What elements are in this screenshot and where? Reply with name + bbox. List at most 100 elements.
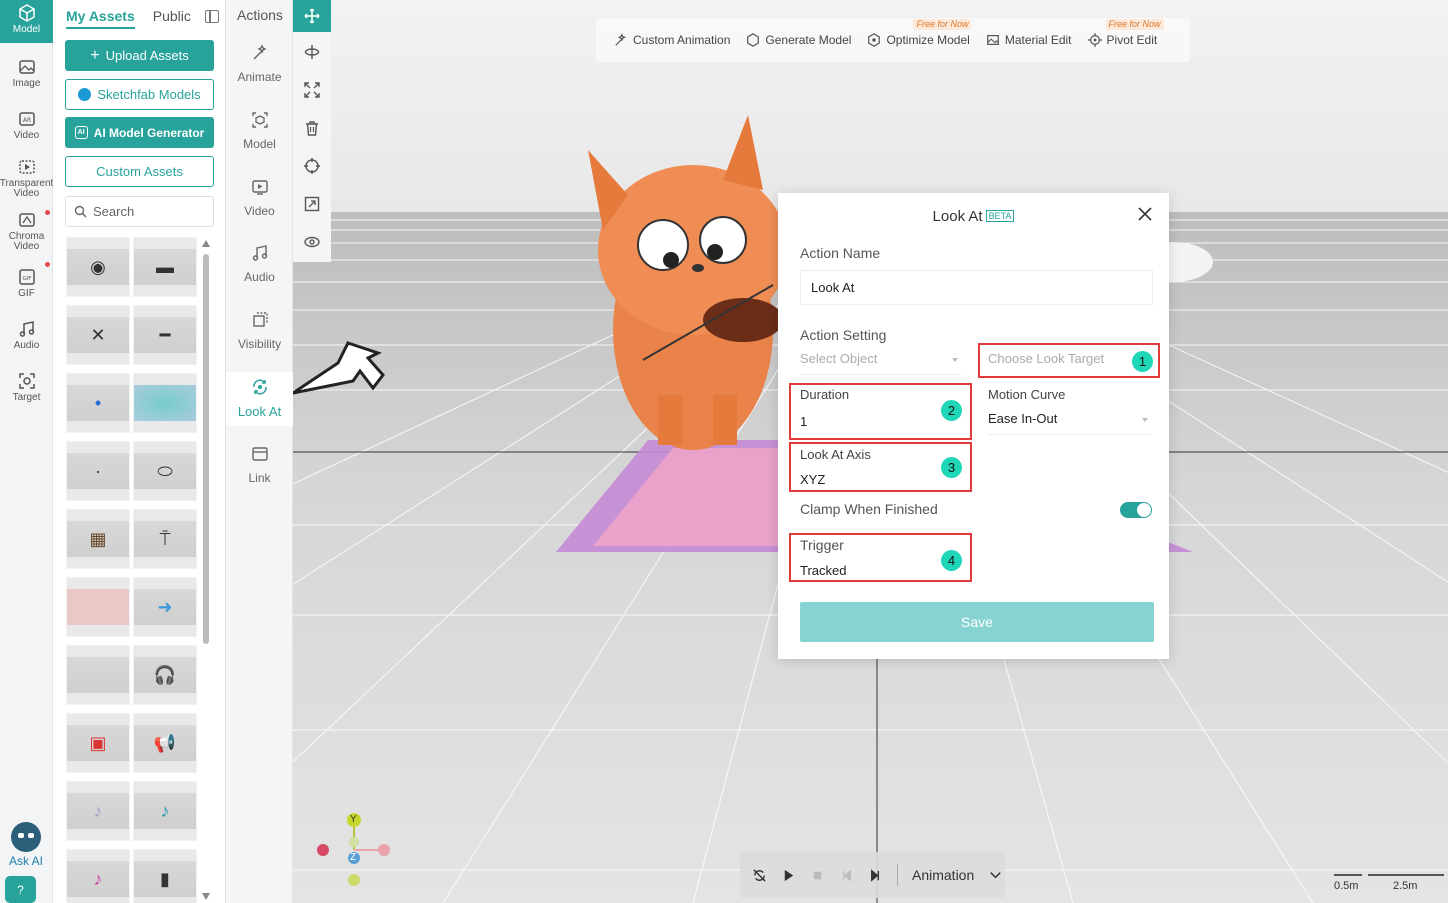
asset-thumbnail[interactable]: · [66,441,130,501]
rail-item-chroma-video[interactable]: Chroma Video [0,211,53,252]
tab-my-assets[interactable]: My Assets [66,8,135,29]
select-object-dropdown[interactable]: Select Object [800,351,962,375]
scroll-down-icon[interactable] [202,893,210,900]
help-icon[interactable]: ? [5,876,36,903]
tab-public[interactable]: Public [153,8,191,29]
panel-collapse-icon[interactable] [205,10,219,23]
video-icon [251,180,268,195]
clamp-label: Clamp When Finished [800,501,938,517]
asset-thumbnail[interactable]: • [66,373,130,433]
scroll-up-icon[interactable] [202,240,210,247]
gif-icon: GIF [18,269,35,285]
motion-curve-value: Ease In-Out [988,411,1058,426]
delete-tool[interactable] [293,112,331,144]
asset-thumbnail[interactable]: ▣ [66,713,130,773]
custom-animation-button[interactable]: Custom Animation [614,33,730,47]
close-icon[interactable] [1137,206,1153,222]
asset-thumbnail[interactable]: 📢 [133,713,197,773]
rotate-tool[interactable] [293,36,331,68]
action-animate[interactable]: Animate [226,44,293,84]
previous-icon[interactable] [839,868,854,883]
music-icon [252,245,267,261]
play-icon[interactable] [781,868,796,883]
asset-thumbnail[interactable]: ♪ [66,781,130,841]
clamp-toggle[interactable] [1120,502,1152,518]
asset-thumbnail[interactable]: 🎧 [133,645,197,705]
actions-title: Actions [237,7,283,23]
asset-thumbnail[interactable]: ➜ [133,577,197,637]
asset-thumbnail[interactable]: ━ [133,305,197,365]
asset-scrollbar[interactable] [202,240,210,900]
asset-thumbnail[interactable] [133,373,197,433]
action-video[interactable]: Video [226,178,293,218]
rail-item-video[interactable]: AR Video [0,110,53,141]
rail-label: Chroma Video [8,231,45,252]
actions-panel: Actions Animate Model Video Audio Visibi… [226,0,293,903]
save-button[interactable]: Save [800,602,1154,642]
pivot-edit-button[interactable]: Free for Now Pivot Edit [1087,19,1164,47]
action-look-at[interactable]: Look At [226,372,293,426]
move-tool[interactable] [293,0,331,32]
loop-off-icon[interactable] [752,868,767,883]
scale-bar-large [1368,874,1444,876]
music-icon [19,321,34,337]
rail-item-target[interactable]: Target [0,372,53,403]
choose-look-target-placeholder: Choose Look Target [988,351,1105,366]
custom-assets-button[interactable]: Custom Assets [65,156,214,187]
material-edit-button[interactable]: Material Edit [986,33,1072,47]
rail-item-model[interactable]: Model [0,0,53,43]
action-link[interactable]: Link [226,445,293,485]
duration-input[interactable]: 1 [800,414,807,429]
sketchfab-models-button[interactable]: Sketchfab Models [65,79,214,110]
scroll-thumb[interactable] [203,254,209,644]
motion-curve-dropdown[interactable]: Ease In-Out [988,411,1152,435]
divider [897,864,898,886]
action-name-input[interactable]: Look At [800,270,1153,305]
search-input[interactable]: Search [65,196,214,227]
action-audio[interactable]: Audio [226,244,293,284]
optimize-model-label: Optimize Model [886,33,970,47]
material-icon [986,35,999,45]
generate-model-button[interactable]: Generate Model [746,33,851,47]
asset-thumbnail[interactable] [66,577,130,637]
ai-model-generator-button[interactable]: AI AI Model Generator [65,117,214,148]
asset-thumbnail[interactable]: ◉ [66,237,130,297]
upload-assets-button[interactable]: + Upload Assets [65,40,214,71]
focus-tool[interactable] [293,150,331,182]
rail-item-gif[interactable]: GIF GIF [0,268,53,299]
fit-tool[interactable] [293,188,331,220]
asset-thumbnail[interactable]: ✕ [66,305,130,365]
trigger-label: Trigger [800,537,844,553]
free-badge: Free for Now [913,19,972,30]
asset-thumbnail[interactable]: ▮ [133,849,197,903]
marker-3: 3 [941,457,962,478]
asset-thumbnail[interactable]: ⬭ [133,441,197,501]
chevron-down-icon[interactable] [988,868,1003,883]
next-icon[interactable] [868,868,883,883]
asset-thumbnail[interactable]: ▬ [133,237,197,297]
scale-tool[interactable] [293,74,331,106]
trigger-dropdown[interactable]: Tracked [800,563,846,578]
asset-thumbnail[interactable]: ♪ [133,781,197,841]
preview-tool[interactable] [293,226,331,258]
action-visibility[interactable]: Visibility [226,311,293,351]
asset-thumbnail[interactable]: ♪ [66,849,130,903]
animation-select[interactable]: Animation [912,867,974,883]
ar-video-icon: AR [18,112,35,126]
optimize-model-button[interactable]: Free for Now Optimize Model [867,19,972,47]
asset-thumbnail[interactable]: ⍑ [133,509,197,569]
ask-ai-button[interactable]: Ask AI [4,822,48,868]
rail-item-image[interactable]: Image [0,58,53,89]
wand-icon [253,44,267,60]
asset-thumbnail[interactable] [66,645,130,705]
action-model[interactable]: Model [226,111,293,151]
rail-item-audio[interactable]: Audio [0,320,53,351]
stop-icon[interactable] [810,868,825,883]
asset-thumbnail[interactable]: ▦ [66,509,130,569]
notification-dot [45,262,50,267]
look-at-dialog: Look At BETA Action Name Look At Action S… [778,193,1169,659]
rail-item-transparent-video[interactable]: Transparent Video [0,158,53,199]
look-at-axis-dropdown[interactable]: XYZ [800,472,825,487]
assets-panel: My Assets Public + Upload Assets Sketchf… [53,0,226,903]
choose-look-target-dropdown[interactable]: Choose Look Target [988,351,1128,375]
